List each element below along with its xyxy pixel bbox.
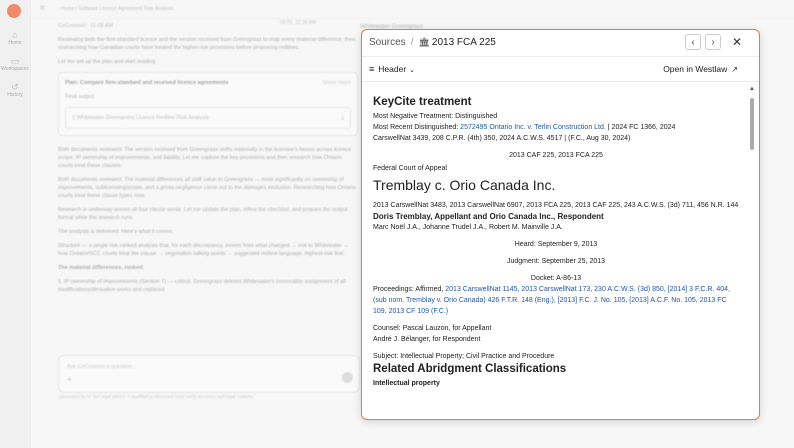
app-logo [7, 4, 21, 18]
home-icon: ⌂ [12, 30, 18, 40]
plan-card[interactable]: Plan: Compare firm-standard and received… [58, 72, 358, 136]
output-file-name: Whitewater Greengrass Licence Redline Ri… [76, 115, 209, 121]
chevron-down-icon: ⌄ [409, 67, 416, 74]
court-name: Federal Court of Appeal [373, 165, 447, 172]
scrollbar-thumb[interactable] [750, 98, 754, 150]
breadcrumb[interactable]: ‹ Home / Software Licence Agreement Risk… [58, 6, 173, 12]
open-in-westlaw-label: Open in Westlaw [663, 64, 728, 74]
chevron-right-icon: › [711, 37, 715, 48]
subject: Subject: Intellectual Property; Civil Pr… [373, 353, 555, 360]
counsel-appellant: Counsel: Pascal Lauzon, for Appellant [373, 325, 492, 332]
panel-toggle-icon[interactable]: ▤ [40, 5, 45, 11]
chat-message: Research is underway across all four cla… [58, 207, 348, 221]
most-recent-link[interactable]: 2572495 Ontario Inc. v. Terlin Construct… [460, 124, 606, 131]
crumb-current: 2013 FCA 225 [431, 37, 496, 48]
case-parties: Doris Tremblay, Appellant and Orio Canad… [373, 212, 604, 221]
header-menu-label: Header [378, 64, 407, 74]
sidebar-item-workspaces[interactable]: ▭ Workspaces [0, 56, 30, 72]
chat-input-box[interactable]: Ask CoCounsel a question... + [58, 355, 360, 393]
case-name: Tremblay c. Orio Canada Inc. [373, 177, 556, 193]
docket-number: Docket: A-86-13 [530, 275, 582, 282]
add-icon[interactable]: + [67, 375, 72, 384]
open-in-westlaw-button[interactable]: Open in Westlaw ↗ [663, 64, 738, 74]
counsel-respondent: André J. Bélanger, for Respondent [373, 336, 481, 343]
close-button[interactable]: ✕ [729, 34, 745, 50]
chat-message: The analysis is delivered. Here's what i… [58, 229, 174, 235]
show-steps-button[interactable]: Show steps [323, 79, 351, 87]
chat-thread: CoCounsel · 11:28 AM Reviewing both the … [58, 22, 358, 402]
final-output-label: Final output [65, 94, 94, 100]
panel-breadcrumb: Sources / 🏛 2013 FCA 225 [369, 37, 496, 48]
close-icon: ✕ [731, 35, 743, 49]
next-source-button[interactable]: › [705, 34, 721, 50]
related-abridgment-title: Related Abridgment Classifications [373, 363, 567, 375]
app-sidebar: ⌂ Home ▭ Workspaces ↺ History [0, 0, 31, 448]
plan-title: Plan: Compare firm-standard and received… [65, 80, 229, 86]
prev-source-button[interactable]: ‹ [685, 34, 701, 50]
most-negative-treatment: Most Negative Treatment: Distinguished [373, 113, 498, 120]
chat-message: 1. IP ownership of improvements (Section… [58, 279, 346, 293]
send-button[interactable] [342, 372, 353, 383]
case-judges: Marc Noël J.A., Johanne Trudel J.A., Rob… [373, 224, 563, 231]
chat-message: Structure — a single risk-ranked analysi… [58, 243, 349, 257]
folder-icon: ▭ [10, 56, 20, 66]
case-citations: 2013 CarswellNat 3483, 2013 CarswellNat … [373, 202, 739, 209]
external-link-icon: ↗ [731, 65, 738, 74]
chevron-left-icon: ‹ [691, 37, 695, 48]
heard-date: Heard: September 9, 2013 [514, 241, 598, 248]
crumb-sources[interactable]: Sources [369, 37, 406, 48]
crumb-separator: / [410, 37, 414, 48]
sidebar-item-home[interactable]: ⌂ Home [0, 30, 30, 46]
panel-subheader: ≡ Header ⌄ Open in Westlaw ↗ [362, 57, 759, 82]
proceedings: Proceedings: Affirmed, 2013 CarswellNat … [373, 286, 730, 315]
header-menu[interactable]: ≡ Header ⌄ [369, 64, 415, 74]
output-file-card[interactable]: ▯ Whitewater Greengrass Licence Redline … [65, 107, 351, 129]
menu-icon: ≡ [369, 64, 375, 74]
courthouse-icon: 🏛 [418, 37, 430, 47]
judgment-date: Judgment: September 25, 2013 [506, 258, 606, 265]
most-recent-distinguished: Most Recent Distinguished: 2572495 Ontar… [373, 124, 676, 131]
scrollbar[interactable]: ▲ [749, 86, 755, 416]
panel-header: Sources / 🏛 2013 FCA 225 ‹ › ✕ [362, 30, 759, 57]
chat-input[interactable]: Ask CoCounsel a question... [67, 364, 136, 370]
document-content: KeyCite treatment Most Negative Treatmen… [373, 95, 739, 389]
most-recent-citation: CarswellNat 3439, 208 C.P.R. (4th) 350, … [373, 135, 631, 142]
chat-message: Reviewing both the firm-standard licence… [58, 37, 356, 51]
chat-message: Let me set up the plan and start reading… [58, 59, 157, 65]
disclaimer: Generated by AI. Not legal advice. A qua… [58, 394, 255, 399]
chat-message: Both documents reviewed. The version rec… [58, 147, 352, 169]
related-abridgment-subtitle: Intellectual property [373, 380, 440, 387]
chat-message: Both documents reviewed. The material di… [58, 177, 356, 199]
sources-panel: Sources / 🏛 2013 FCA 225 ‹ › ✕ ≡ Header ⌄ Ope… [361, 29, 760, 420]
download-icon[interactable]: ⤓ [342, 114, 344, 122]
citation-center: 2013 CAF 225, 2013 FCA 225 [509, 152, 603, 159]
top-bar: ▤ ‹ Home / Software Licence Agreement Ri… [30, 0, 794, 19]
keycite-title: KeyCite treatment [373, 96, 472, 108]
scroll-up-icon[interactable]: ▲ [749, 86, 755, 92]
history-icon: ↺ [11, 82, 19, 92]
chat-message: The material differences, ranked: [58, 265, 145, 271]
chat-sender: CoCounsel · 11:28 AM [58, 23, 113, 29]
sidebar-item-history[interactable]: ↺ History [0, 82, 30, 98]
